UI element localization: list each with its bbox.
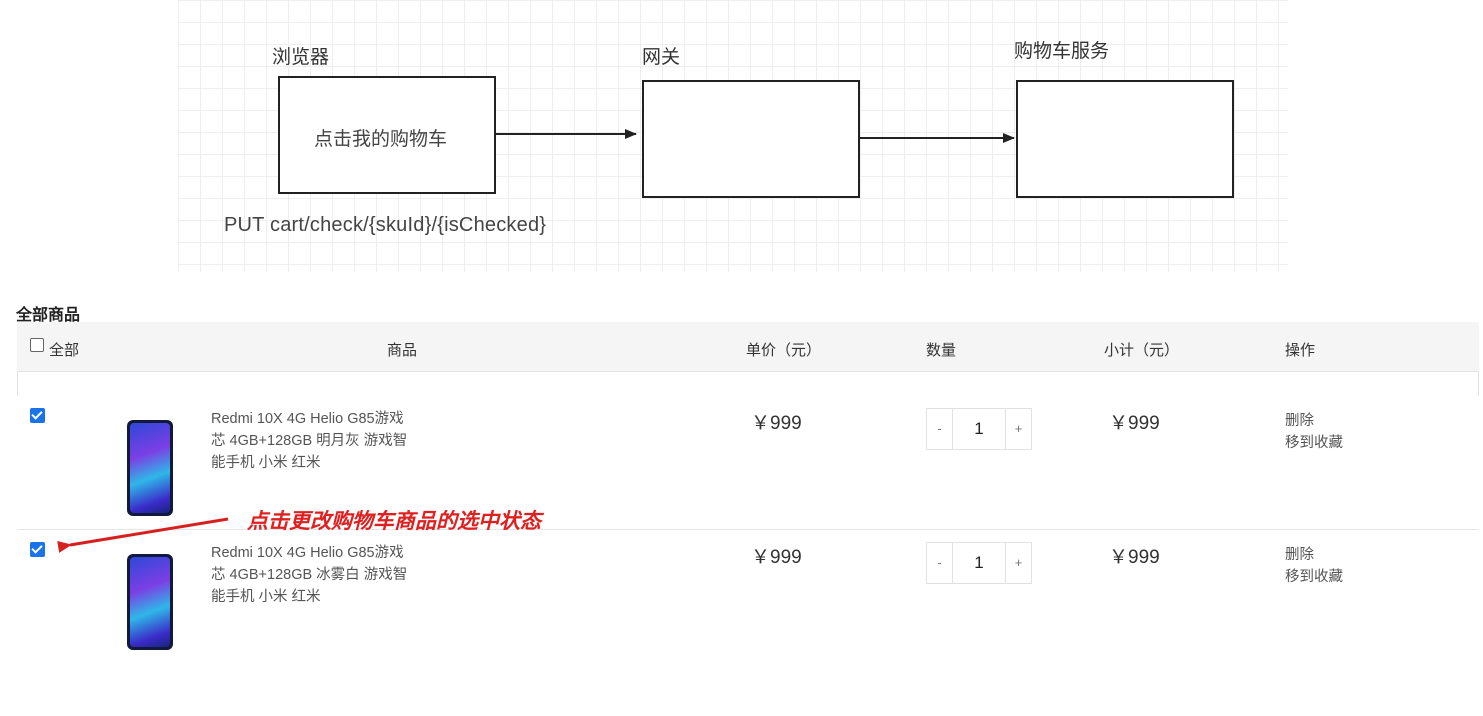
flow-diagram: 浏览器 网关 购物车服务 点击我的购物车 PUT cart/check/{sku… — [178, 0, 1288, 272]
decrease-button[interactable]: - — [927, 543, 953, 583]
browser-label: 浏览器 — [272, 47, 330, 68]
unit-price: ￥999 — [751, 413, 802, 434]
increase-button[interactable]: + — [1005, 409, 1031, 449]
api-endpoint-text: PUT cart/check/{skuId}/{isChecked} — [224, 214, 547, 236]
increase-button[interactable]: + — [1005, 543, 1031, 583]
header-quantity: 数量 — [926, 342, 957, 359]
gateway-box — [642, 80, 860, 198]
product-image[interactable] — [127, 420, 173, 516]
delete-link[interactable]: 删除 — [1285, 544, 1343, 566]
header-product: 商品 — [387, 342, 418, 359]
cart-header: 全部 商品 单价（元） 数量 小计（元） 操作 — [17, 322, 1479, 372]
browser-box-text: 点击我的购物车 — [314, 129, 448, 150]
item-subtotal: ￥999 — [1109, 547, 1160, 568]
cart-service-box — [1016, 80, 1234, 198]
select-all-checkbox[interactable] — [30, 338, 44, 352]
cart-service-label: 购物车服务 — [1014, 41, 1110, 62]
cart-item-row: Redmi 10X 4G Helio G85游戏芯 4GB+128GB 冰雾白 … — [17, 530, 1479, 664]
product-image[interactable] — [127, 554, 173, 650]
item-checkbox[interactable] — [30, 542, 45, 557]
header-unit-price: 单价（元） — [746, 342, 822, 359]
gateway-label: 网关 — [642, 47, 681, 68]
product-name[interactable]: Redmi 10X 4G Helio G85游戏芯 4GB+128GB 冰雾白 … — [211, 542, 411, 608]
item-subtotal: ￥999 — [1109, 413, 1160, 434]
item-checkbox[interactable] — [30, 408, 45, 423]
select-all-label: 全部 — [49, 342, 80, 359]
cart-item-row: Redmi 10X 4G Helio G85游戏芯 4GB+128GB 明月灰 … — [17, 396, 1479, 530]
quantity-stepper: - 1 + — [926, 542, 1032, 584]
item-actions: 删除 移到收藏 — [1285, 544, 1343, 588]
header-actions: 操作 — [1285, 342, 1316, 359]
move-to-favorites-link[interactable]: 移到收藏 — [1285, 432, 1343, 454]
product-name[interactable]: Redmi 10X 4G Helio G85游戏芯 4GB+128GB 明月灰 … — [211, 408, 411, 474]
unit-price: ￥999 — [751, 547, 802, 568]
quantity-input[interactable]: 1 — [954, 543, 1004, 583]
move-to-favorites-link[interactable]: 移到收藏 — [1285, 566, 1343, 588]
annotation-text: 点击更改购物车商品的选中状态 — [247, 510, 541, 533]
header-subtotal: 小计（元） — [1104, 342, 1180, 359]
quantity-stepper: - 1 + — [926, 408, 1032, 450]
item-actions: 删除 移到收藏 — [1285, 410, 1343, 454]
delete-link[interactable]: 删除 — [1285, 410, 1343, 432]
quantity-input[interactable]: 1 — [954, 409, 1004, 449]
decrease-button[interactable]: - — [927, 409, 953, 449]
